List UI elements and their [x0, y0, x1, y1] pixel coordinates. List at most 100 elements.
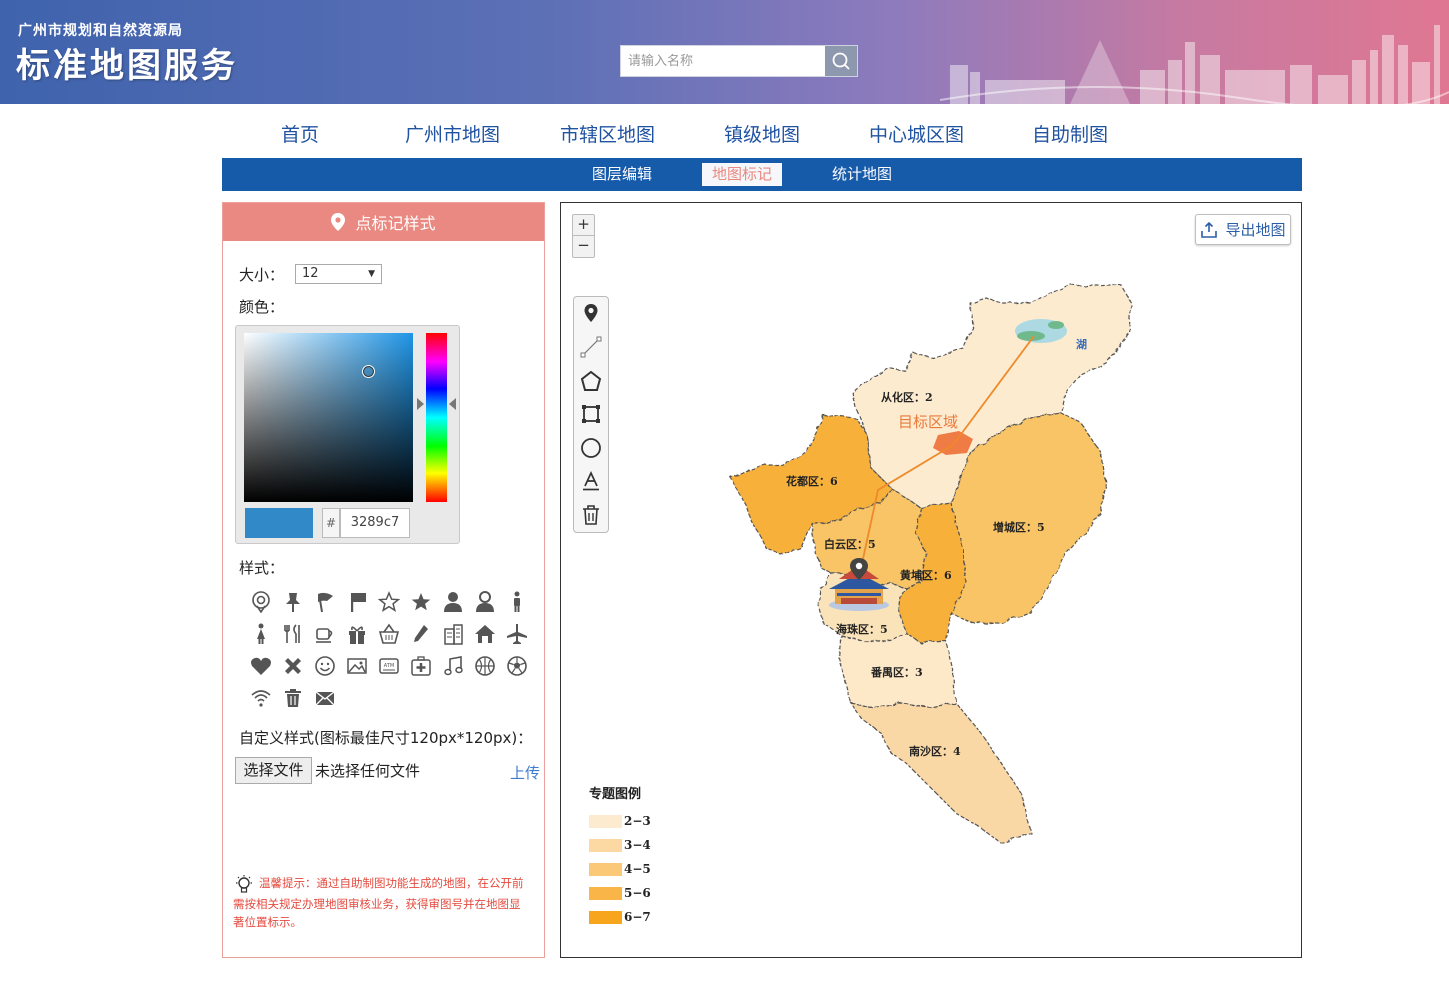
export-label: 导出地图: [1225, 221, 1286, 239]
person-male-icon[interactable]: [471, 588, 499, 616]
district-map[interactable]: 湖 目标区域 从化区：2 花都区：6 白云区：5 增城区：5 黄埔区：6 海珠区…: [561, 203, 1301, 957]
size-label: 大小：: [239, 266, 285, 284]
draw-line-tool[interactable]: [578, 334, 604, 360]
search-icon: [832, 52, 850, 70]
nav-guangzhou-map[interactable]: 广州市地图: [405, 120, 500, 147]
mail-icon[interactable]: [311, 684, 339, 712]
label-baiyun: 白云区：5: [824, 537, 876, 551]
location-pin-icon: [331, 213, 346, 231]
size-select[interactable]: 12 ▼: [295, 264, 382, 284]
map-legend: 专题图例 2−3 3−4 4−5 5−6 6−7: [589, 783, 651, 929]
medical-kit-icon[interactable]: [407, 652, 435, 680]
panel-header: 点标记样式: [223, 203, 544, 241]
tab-map-marker[interactable]: 地图标记: [702, 163, 783, 186]
legend-swatch: [589, 814, 622, 828]
pentagon-icon: [580, 370, 602, 391]
trash-icon: [583, 505, 599, 525]
label-huadu: 花都区：6: [786, 474, 838, 488]
trash-icon[interactable]: [279, 684, 307, 712]
file-status: 未选择任何文件: [315, 762, 421, 780]
search-button[interactable]: [825, 46, 857, 76]
tab-statistics-map[interactable]: 统计地图: [822, 163, 902, 186]
tab-layer-edit[interactable]: 图层编辑: [582, 163, 662, 186]
building-icon[interactable]: [439, 620, 467, 648]
site-brand[interactable]: 标准地图服务: [16, 38, 238, 87]
draw-rectangle-tool[interactable]: [578, 401, 604, 427]
search-input[interactable]: [621, 46, 826, 76]
district-nansha[interactable]: [849, 702, 1032, 844]
export-map-button[interactable]: 导出地图: [1195, 214, 1291, 245]
person-female-icon[interactable]: [439, 588, 467, 616]
line-icon: [580, 336, 602, 358]
legend-item: 3−4: [589, 833, 651, 857]
circle-icon: [581, 438, 601, 458]
hex-hash-label: #: [322, 508, 340, 538]
pen-icon[interactable]: [407, 620, 435, 648]
chevron-down-icon: ▼: [368, 269, 375, 279]
legend-label: 6−7: [624, 910, 651, 924]
soccer-ball-icon[interactable]: [503, 652, 531, 680]
legend-label: 5−6: [624, 886, 651, 900]
delete-tool[interactable]: [578, 502, 604, 528]
legend-item: 4−5: [589, 857, 651, 881]
atm-icon[interactable]: ATM: [375, 652, 403, 680]
person-female-standing-icon[interactable]: [247, 620, 275, 648]
sub-nav: 图层编辑 地图标记 统计地图: [222, 158, 1302, 191]
basketball-icon[interactable]: [471, 652, 499, 680]
utensils-icon[interactable]: [279, 620, 307, 648]
flag-wave-icon[interactable]: [311, 588, 339, 616]
city-skyline-graphic: [940, 25, 1449, 104]
basket-icon[interactable]: [375, 620, 403, 648]
smiley-icon[interactable]: [311, 652, 339, 680]
marker-style-panel: 点标记样式 大小： 12 ▼ 颜色： # 3289c7 样式： ATM 自定义样…: [222, 202, 545, 958]
label-zengcheng: 增城区：5: [993, 520, 1045, 534]
saturation-field[interactable]: [244, 333, 413, 502]
legend-title: 专题图例: [589, 787, 642, 802]
location-pin-icon[interactable]: [247, 588, 275, 616]
flag-icon[interactable]: [343, 588, 371, 616]
gift-icon[interactable]: [343, 620, 371, 648]
nav-home[interactable]: 首页: [281, 120, 319, 147]
zoom-in-button[interactable]: +: [573, 215, 594, 236]
main-nav: 首页 广州市地图 市辖区地图 镇级地图 中心城区图 自助制图: [222, 112, 1302, 152]
saturation-cursor[interactable]: [362, 365, 375, 378]
heart-icon[interactable]: [247, 652, 275, 680]
image-icon[interactable]: [343, 652, 371, 680]
location-pin-icon: [584, 304, 598, 322]
lightbulb-icon: [236, 874, 252, 893]
pushpin-icon[interactable]: [279, 588, 307, 616]
lake-graphic: [1015, 319, 1067, 343]
hex-input[interactable]: 3289c7: [340, 508, 410, 538]
draw-polygon-tool[interactable]: [578, 368, 604, 394]
wifi-icon[interactable]: [247, 684, 275, 712]
home-icon[interactable]: [471, 620, 499, 648]
legend-item: 5−6: [589, 881, 651, 905]
upload-link[interactable]: 上传: [510, 762, 540, 783]
person-standing-icon[interactable]: [503, 588, 531, 616]
size-value: 12: [302, 266, 319, 281]
coffee-cup-icon[interactable]: [311, 620, 339, 648]
draw-point-tool[interactable]: [578, 300, 604, 326]
legend-item: 6−7: [589, 905, 651, 929]
close-x-icon[interactable]: [279, 652, 307, 680]
nav-central-city-map[interactable]: 中心城区图: [869, 120, 964, 147]
nav-town-map[interactable]: 镇级地图: [724, 120, 800, 147]
legend-swatch: [589, 886, 622, 900]
star-outline-icon[interactable]: [375, 588, 403, 616]
draw-circle-tool[interactable]: [578, 435, 604, 461]
color-picker: # 3289c7: [235, 325, 460, 544]
draw-text-tool[interactable]: [578, 468, 604, 494]
zoom-out-button[interactable]: −: [573, 236, 594, 257]
legend-swatch: [589, 838, 622, 852]
tip-line-2: 需按相关规定办理地图审核业务，获得审图号并在地图显: [233, 897, 521, 911]
hue-slider[interactable]: [426, 333, 447, 502]
star-icon[interactable]: [407, 588, 435, 616]
label-nansha: 南沙区：4: [909, 744, 961, 758]
nav-district-map[interactable]: 市辖区地图: [560, 120, 655, 147]
airplane-icon[interactable]: [503, 620, 531, 648]
music-note-icon[interactable]: [439, 652, 467, 680]
map-canvas[interactable]: 湖 目标区域 从化区：2 花都区：6 白云区：5 增城区：5 黄埔区：6 海珠区…: [560, 202, 1302, 958]
choose-file-button[interactable]: 选择文件: [235, 757, 312, 784]
nav-self-service-map[interactable]: 自助制图: [1032, 120, 1108, 147]
legend-swatch: [589, 862, 622, 876]
